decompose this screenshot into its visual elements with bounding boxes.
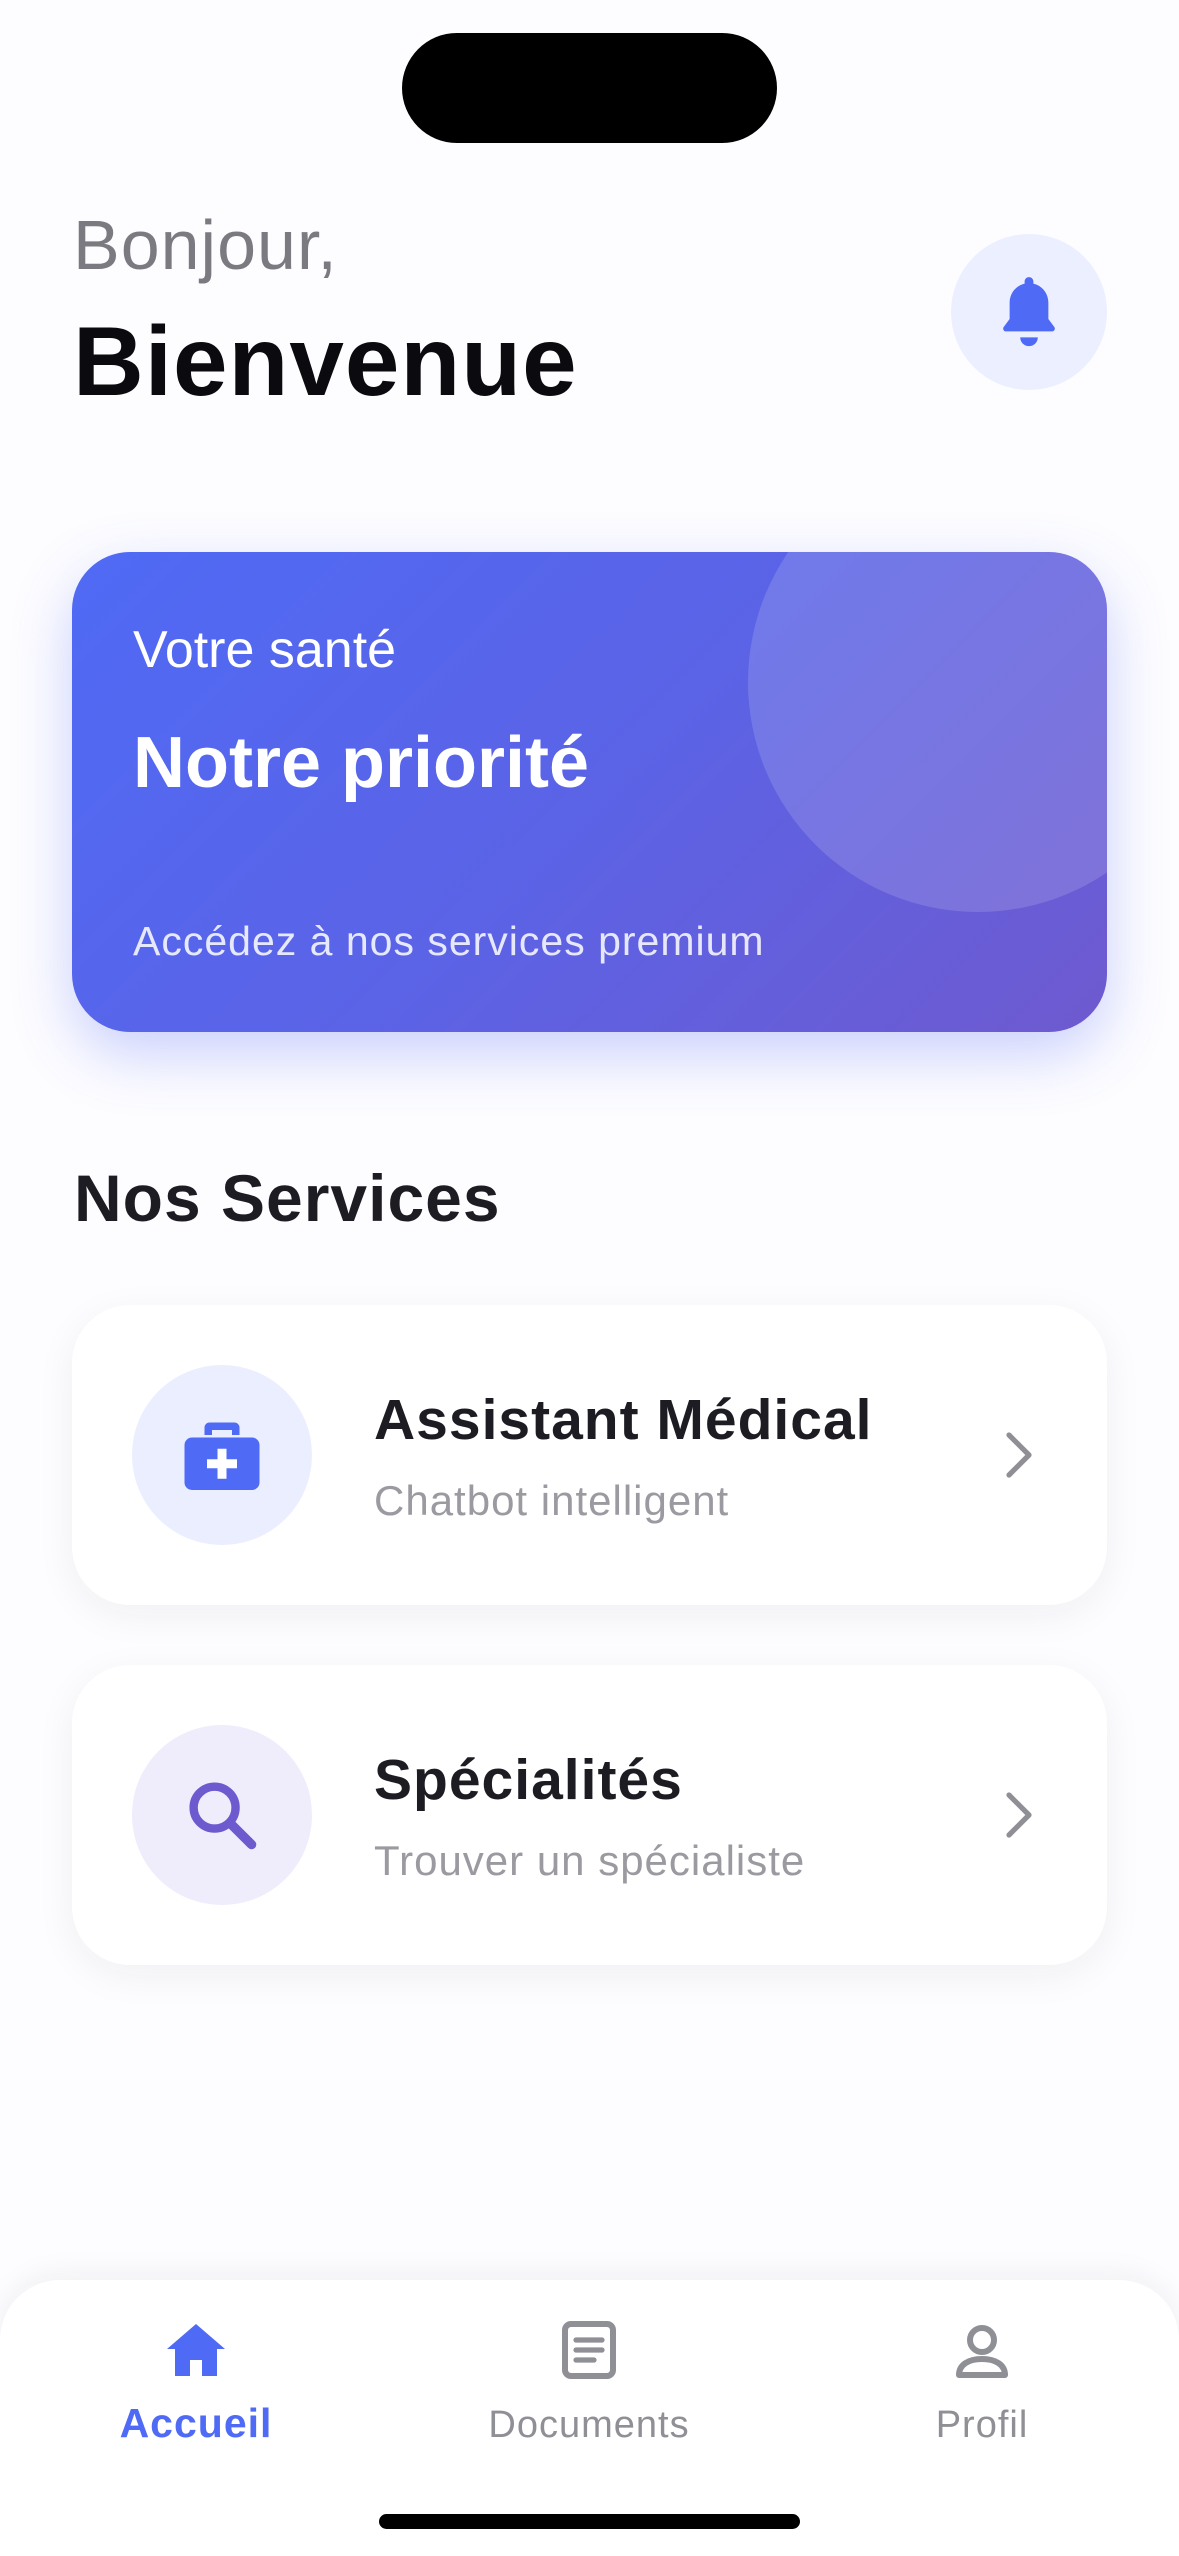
services-section-title: Nos Services: [74, 1161, 501, 1235]
chevron-right-icon: [990, 1425, 1050, 1485]
dynamic-island: [402, 33, 777, 143]
chevron-right-icon: [990, 1785, 1050, 1845]
home-screen: Bonjour, Bienvenue Votre santé Notre pri…: [0, 0, 1179, 2556]
service-title: Spécialités: [374, 1748, 683, 1812]
tab-label: Accueil: [119, 2400, 273, 2446]
page-title: Bienvenue: [73, 306, 578, 416]
service-subtitle: Chatbot intelligent: [374, 1477, 730, 1524]
hero-decoration: [748, 552, 1107, 912]
service-card-assistant-medical[interactable]: Assistant Médical Chatbot intelligent: [72, 1305, 1107, 1605]
hero-eyebrow: Votre santé: [133, 621, 397, 679]
hero-banner[interactable]: Votre santé Notre priorité Accédez à nos…: [72, 552, 1107, 1032]
tab-label: Documents: [488, 2404, 690, 2446]
service-icon-container: [132, 1725, 312, 1905]
user-icon: [956, 2325, 1008, 2378]
service-title: Assistant Médical: [374, 1388, 873, 1452]
service-subtitle: Trouver un spécialiste: [374, 1837, 806, 1884]
tab-label: Profil: [935, 2404, 1029, 2446]
tab-profil[interactable]: Profil: [852, 2310, 1112, 2460]
hero-title: Notre priorité: [133, 723, 590, 803]
tab-accueil[interactable]: Accueil: [66, 2310, 326, 2460]
home-icon: [167, 2324, 225, 2376]
medical-kit-icon: [184, 1422, 260, 1490]
home-indicator[interactable]: [379, 2514, 800, 2529]
greeting-text: Bonjour,: [73, 206, 338, 284]
service-card-specialites[interactable]: Spécialités Trouver un spécialiste: [72, 1665, 1107, 1965]
hero-subtitle: Accédez à nos services premium: [133, 918, 765, 964]
search-icon: [189, 1782, 257, 1850]
document-icon: [562, 2321, 616, 2379]
notifications-button[interactable]: [951, 234, 1107, 390]
service-icon-container: [132, 1365, 312, 1545]
bell-icon: [1003, 277, 1055, 347]
tab-documents[interactable]: Documents: [459, 2310, 719, 2460]
